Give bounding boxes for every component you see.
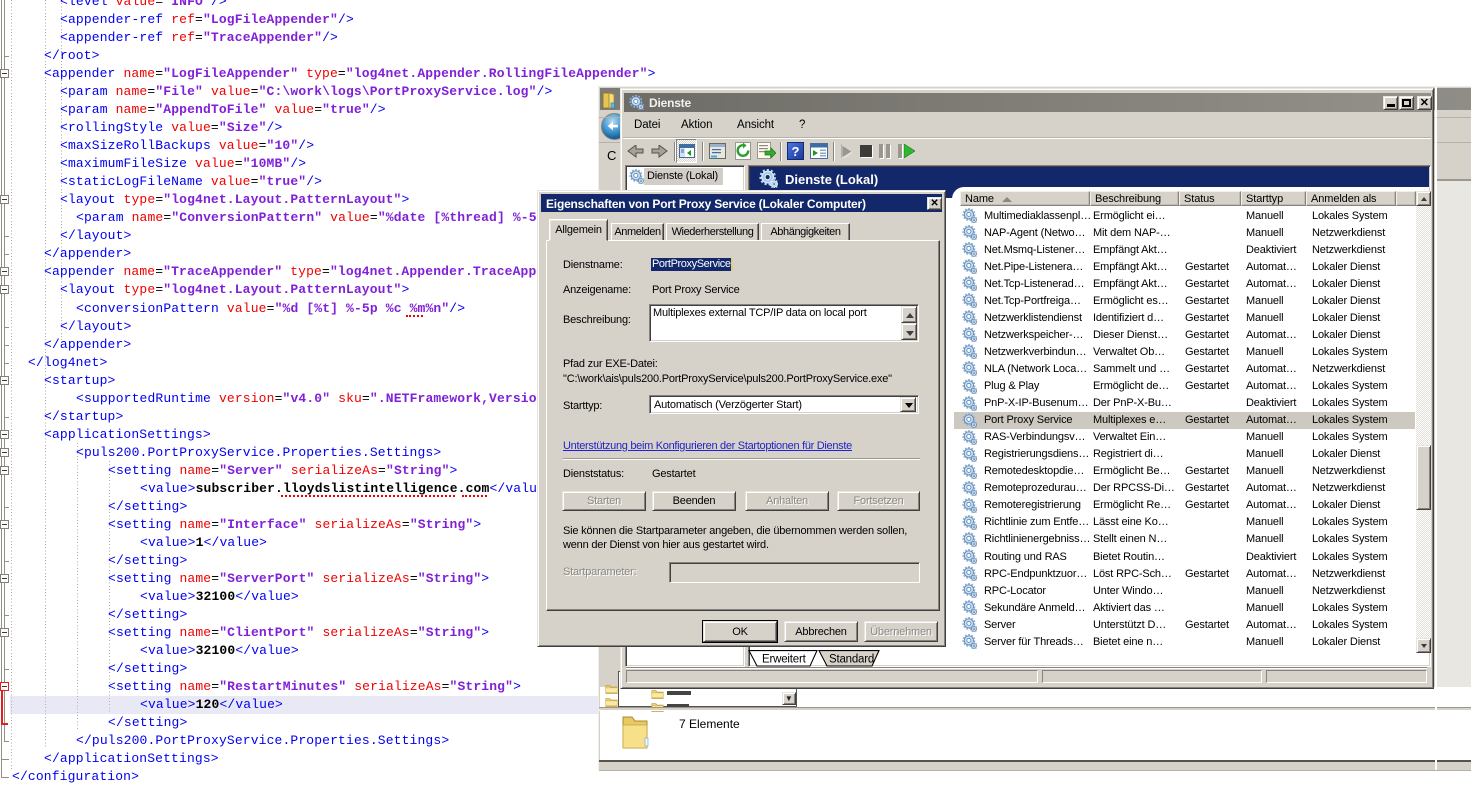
svg-text:Erweitert: Erweitert bbox=[762, 654, 807, 666]
svg-text:Standard: Standard bbox=[829, 654, 874, 666]
